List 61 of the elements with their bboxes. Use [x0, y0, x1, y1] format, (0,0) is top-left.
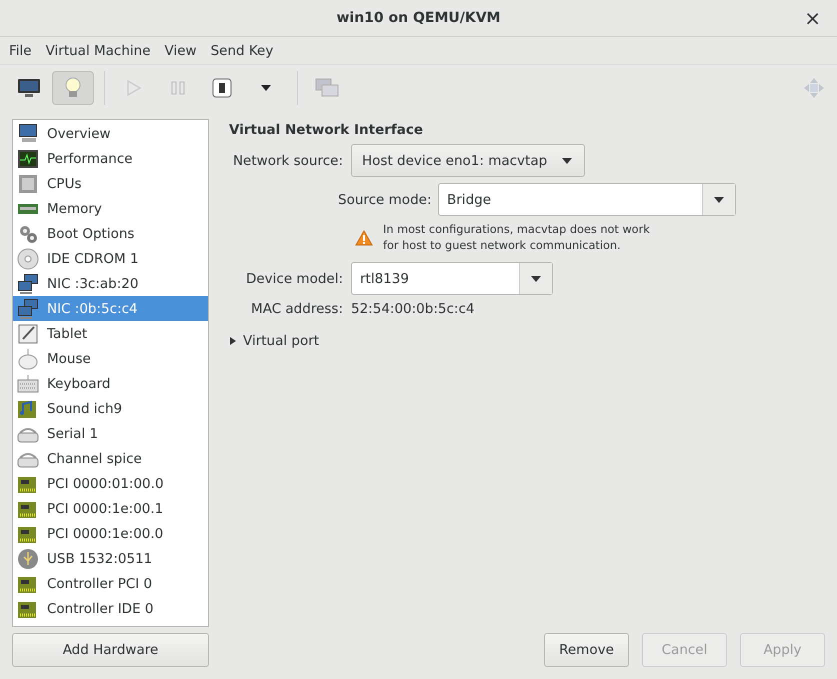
move-icon[interactable]	[803, 77, 825, 99]
section-heading: Virtual Network Interface	[229, 122, 424, 138]
source-mode-combo[interactable]: Bridge	[438, 183, 736, 216]
tablet-icon	[17, 322, 39, 344]
caret-icon	[260, 84, 272, 92]
monitor-icon	[17, 77, 41, 99]
field-label: Device model:	[244, 270, 343, 286]
hardware-item[interactable]: Sound ich9	[13, 396, 208, 421]
cpu-icon	[17, 172, 39, 194]
caret-icon	[562, 158, 572, 164]
hardware-item[interactable]: Boot Options	[13, 221, 208, 246]
keyboard-icon	[17, 372, 39, 394]
hardware-item[interactable]: Overview	[13, 121, 208, 146]
caret-icon	[714, 196, 724, 202]
hardware-item[interactable]: NIC :3c:ab:20	[13, 271, 208, 296]
dialog-button[interactable]: Remove	[544, 633, 629, 667]
hardware-item[interactable]: PCI 0000:01:00.0	[13, 471, 208, 496]
perf-icon	[17, 148, 39, 170]
hardware-item[interactable]: Serial 1	[13, 421, 208, 446]
menu-item[interactable]: File	[2, 42, 39, 58]
menu-item[interactable]: Virtual Machine	[38, 42, 158, 58]
hardware-item[interactable]: Memory	[13, 196, 208, 221]
hardware-item[interactable]: Mouse	[13, 346, 208, 371]
hardware-item[interactable]: USB 1532:0511	[13, 546, 208, 571]
field-label: Source mode:	[338, 192, 430, 208]
hardware-item[interactable]: Channel spice	[13, 446, 208, 471]
screens-icon	[315, 77, 339, 99]
caret-icon	[531, 276, 541, 282]
pause-icon	[169, 79, 187, 97]
add-hardware-button[interactable]: Add Hardware	[12, 633, 209, 667]
usb-icon	[17, 548, 39, 570]
device-model-combo[interactable]: rtl8139	[351, 262, 553, 295]
hardware-item[interactable]: PCI 0000:1e:00.0	[13, 521, 208, 546]
warning-text: In most configurations, macvtap does not work for host to guest network communication.	[383, 222, 651, 254]
field-label: Network source:	[232, 152, 343, 168]
hardware-item[interactable]: Controller PCI 0	[13, 571, 208, 596]
disc-icon	[17, 248, 39, 270]
mac-address-value: 52:54:00:0b:5c:c4	[351, 301, 474, 317]
lightbulb-icon	[63, 76, 83, 100]
hardware-item[interactable]: CPUs	[13, 171, 208, 196]
nic-icon	[17, 298, 39, 320]
virtual-port-expander[interactable]: Virtual port	[229, 333, 329, 349]
hardware-item[interactable]: Performance	[13, 146, 208, 171]
mouse-icon	[17, 348, 39, 370]
network-source-dropdown[interactable]: Host device eno1: macvtap	[351, 144, 585, 177]
menu-item[interactable]: View	[158, 42, 204, 58]
switch-icon	[211, 77, 233, 99]
play-icon	[125, 79, 143, 97]
hardware-item[interactable]: Tablet	[13, 321, 208, 346]
hardware-item[interactable]: Keyboard	[13, 371, 208, 396]
expander-icon	[229, 336, 237, 346]
close-button[interactable]: ×	[798, 6, 827, 30]
monitor-icon	[17, 122, 39, 144]
hardware-item[interactable]: Controller IDE 0	[13, 596, 208, 621]
nic-icon	[17, 272, 39, 294]
hardware-item[interactable]: PCI 0000:1e:00.1	[13, 496, 208, 521]
menu-item[interactable]: Send Key	[204, 42, 280, 58]
warning-icon	[355, 230, 373, 246]
window-title: win10 on QEMU/KVM	[336, 10, 500, 26]
field-label: MAC address:	[250, 301, 343, 317]
hardware-item[interactable]: IDE CDROM 1	[13, 246, 208, 271]
